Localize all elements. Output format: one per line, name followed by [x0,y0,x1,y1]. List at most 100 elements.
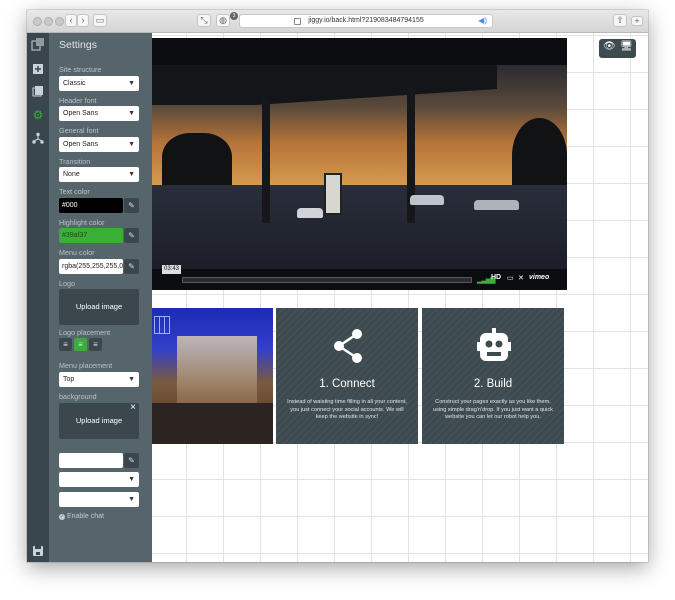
site-structure-label: Site structure [59,65,102,74]
logo-upload-button[interactable]: Upload image [59,289,139,325]
video-time: 03:43 [162,265,182,274]
video-controls: 03:43 ▂▃▅▆ HD ▭ ✕ vimeo [152,265,567,290]
eyedropper-icon[interactable]: ✎ [124,228,139,243]
video-player[interactable]: 03:43 ▂▃▅▆ HD ▭ ✕ vimeo [152,38,567,290]
general-font-select[interactable]: Open Sans ▼ [59,137,139,152]
general-font-label: General font [59,126,99,135]
chevron-down-icon: ▼ [128,141,135,148]
sitemap-icon[interactable] [32,132,44,144]
lock-icon [294,18,301,25]
settings-panel: Settings Site structure Classic ▼ Header… [49,33,152,562]
robot-icon [477,328,511,361]
view-switcher: 👁 🖥 [599,39,636,58]
close-icon[interactable]: × [130,390,136,426]
background-upload-label: Upload image [75,416,123,425]
save-icon[interactable] [32,545,44,557]
chevron-down-icon: ▼ [128,476,135,483]
close-window-icon[interactable] [33,17,42,26]
desktop-icon[interactable]: 🖥 [620,41,633,52]
sidebar-icon[interactable]: ▭ [93,14,107,27]
background-option-select-2[interactable]: ▼ [59,492,139,507]
header-font-label: Header font [59,96,97,105]
video-scene-pump [324,173,342,215]
url-text: jiggy.io/back.html?219083484794155 [308,17,424,24]
video-scene-car [410,195,444,205]
panel-title: Settings [59,39,97,51]
browser-toolbar: ‹ › ▭ ⤡ ◍ 3 jiggy.io/back.html?219083484… [27,10,648,33]
highlight-color-input[interactable]: #39af37 [59,228,123,243]
checkbox-icon: ✓ [59,514,65,520]
chevron-down-icon: ▼ [128,171,135,178]
photo-window [154,316,170,334]
build-text: Construct your pages exactly as you like… [433,399,553,420]
back-icon[interactable]: ‹ [65,14,77,27]
menu-placement-value: Top [63,376,75,383]
chevron-down-icon: ▼ [128,80,135,87]
fullscreen-icon[interactable]: ✕ [518,274,524,282]
transition-select[interactable]: None ▼ [59,167,139,182]
hd-label[interactable]: HD [491,274,501,281]
extension-icon[interactable]: ◍ [216,14,230,27]
video-scene-car [297,208,323,218]
menu-color-input[interactable]: rgba(255,255,255,0.5) [59,259,123,274]
logo-placement-group: ≡ ≡ ≡ [59,338,102,351]
enable-chat-label: Enable chat [66,513,104,520]
address-bar[interactable]: jiggy.io/back.html?219083484794155 ◀︎) [239,14,493,28]
chevron-down-icon: ▼ [128,110,135,117]
later-icon[interactable]: ▭ [507,274,514,282]
grid-icon[interactable] [31,37,45,51]
build-title: 2. Build [473,378,513,390]
restaurant-photo [152,308,273,444]
menu-placement-select[interactable]: Top ▼ [59,372,139,387]
video-scene-tree [512,118,567,193]
pages-icon[interactable] [32,85,44,97]
background-color-input[interactable] [59,453,123,468]
header-font-value: Open Sans [63,110,99,117]
add-icon[interactable] [32,63,44,75]
eyedropper-icon[interactable]: ✎ [124,259,139,274]
chevron-down-icon: ▼ [128,376,135,383]
site-structure-select[interactable]: Classic ▼ [59,76,139,91]
align-left-icon[interactable]: ≡ [59,338,72,351]
header-font-select[interactable]: Open Sans ▼ [59,106,139,121]
forward-icon[interactable]: › [77,14,89,27]
vimeo-logo[interactable]: vimeo [529,274,549,281]
background-option-select-1[interactable]: ▼ [59,472,139,487]
background-upload-button[interactable]: Upload image × [59,402,139,439]
align-right-icon[interactable]: ≡ [89,338,102,351]
video-scene-pillar [262,98,270,223]
transition-label: Transition [59,157,91,166]
build-tile: 2. Build Construct your pages exactly as… [422,308,564,444]
enable-chat-checkbox[interactable]: ✓ Enable chat [59,513,104,520]
video-progress-bar[interactable] [182,277,472,283]
connect-text: Instead of waisting time filling in all … [287,399,407,420]
text-color-label: Text color [59,187,90,196]
highlight-color-label: Highlight color [59,218,105,227]
new-tab-icon[interactable]: + [631,16,643,26]
background-label: background [59,392,97,401]
text-color-input[interactable]: #000 [59,198,123,213]
zoom-window-icon[interactable] [55,17,64,26]
menu-color-label: Menu color [59,248,95,257]
audio-icon[interactable]: ◀︎) [478,15,487,27]
share-icon[interactable]: ⇧ [613,14,627,27]
share-icon [334,329,362,363]
video-scene-car [474,200,519,210]
align-center-icon[interactable]: ≡ [74,338,87,351]
video-scene-tree [162,133,232,193]
connect-tile: 1. Connect Instead of waisting time fill… [276,308,418,444]
shrink-icon[interactable]: ⤡ [197,14,211,27]
extension-badge: 3 [230,12,238,20]
minimize-window-icon[interactable] [44,17,53,26]
logo-placement-label: Logo placement [59,328,111,337]
settings-icon[interactable]: ⚙ [32,109,44,121]
photo-kitchen [177,336,257,406]
preview-eye-icon[interactable]: 👁 [603,41,616,52]
page-canvas: 03:43 ▂▃▅▆ HD ▭ ✕ vimeo 1. Connect Inste… [152,33,648,562]
eyedropper-icon[interactable]: ✎ [124,453,139,468]
photo-tables [152,403,273,444]
site-structure-value: Classic [63,80,86,87]
eyedropper-icon[interactable]: ✎ [124,198,139,213]
transition-value: None [63,171,80,178]
general-font-value: Open Sans [63,141,99,148]
